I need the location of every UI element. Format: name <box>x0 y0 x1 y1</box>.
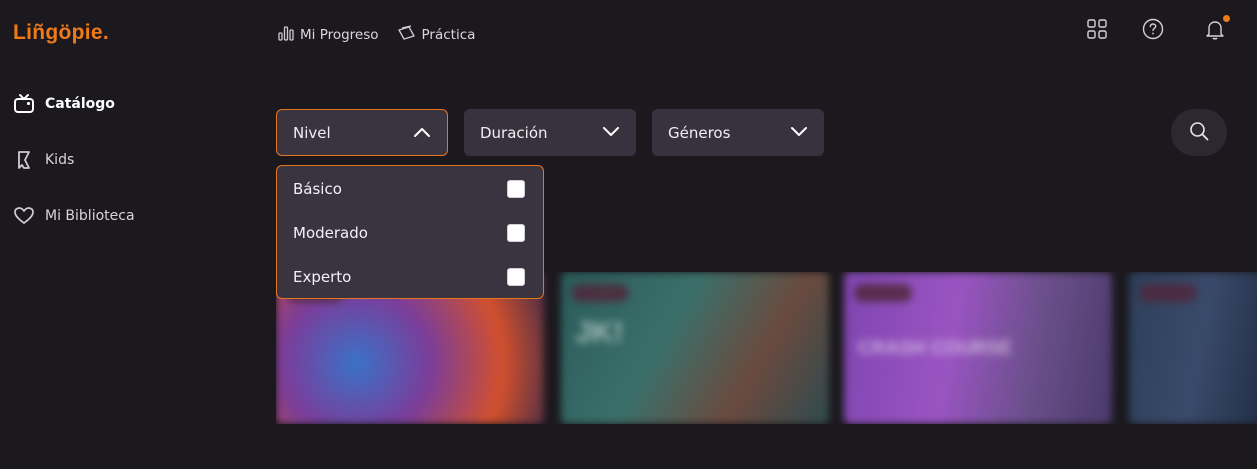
nav-link-label: Práctica <box>421 27 476 43</box>
sidebar-item-catalogo[interactable]: Catálogo <box>12 92 115 115</box>
nav-link-label: Mi Progreso <box>300 27 379 43</box>
bar-chart-icon <box>277 24 295 46</box>
sidebar-item-label: Kids <box>45 151 75 168</box>
apps-grid-icon[interactable] <box>1085 17 1109 41</box>
option-label: Moderado <box>293 224 368 242</box>
top-nav: Mi Progreso Práctica <box>277 24 475 46</box>
checkbox[interactable] <box>507 224 525 242</box>
nav-practica[interactable]: Práctica <box>397 24 476 46</box>
option-basico[interactable]: Básico <box>293 177 525 201</box>
chevron-up-icon <box>413 124 431 142</box>
filter-generos[interactable]: Géneros <box>652 109 824 156</box>
sidebar-item-kids[interactable]: Kids <box>12 148 74 171</box>
option-experto[interactable]: Experto <box>293 265 525 289</box>
search-icon <box>1188 120 1210 146</box>
filter-duracion[interactable]: Duración <box>464 109 636 156</box>
card-title: CRASH COURSE <box>858 338 1013 359</box>
filter-label: Duración <box>480 123 548 142</box>
checkbox[interactable] <box>507 268 525 286</box>
help-icon[interactable] <box>1141 17 1165 41</box>
nivel-dropdown-menu: Básico Moderado Experto <box>276 165 544 299</box>
content-card[interactable]: JK! <box>561 272 829 424</box>
flashcards-icon <box>397 24 417 46</box>
heart-icon <box>12 204 35 227</box>
content-card[interactable]: CRASH COURSE <box>844 272 1112 424</box>
card-badge <box>1139 284 1197 302</box>
option-moderado[interactable]: Moderado <box>293 221 525 245</box>
checkbox[interactable] <box>507 180 525 198</box>
kids-icon <box>12 148 35 171</box>
page: Liñgöpie. Catálogo Kids Mi Biblioteca Mi… <box>0 0 1257 469</box>
nav-mi-progreso[interactable]: Mi Progreso <box>277 24 379 46</box>
content-card[interactable] <box>1129 272 1257 424</box>
sidebar-item-label: Catálogo <box>45 95 115 112</box>
sidebar-item-label: Mi Biblioteca <box>45 207 135 224</box>
filter-nivel[interactable]: Nivel <box>276 109 448 156</box>
notification-badge <box>1222 14 1231 23</box>
card-badge <box>571 284 629 302</box>
filter-label: Nivel <box>293 123 331 142</box>
chevron-down-icon <box>602 124 620 142</box>
tv-icon <box>12 92 35 115</box>
sidebar-item-mi-biblioteca[interactable]: Mi Biblioteca <box>12 204 135 227</box>
option-label: Experto <box>293 268 352 286</box>
top-right-actions <box>1057 14 1257 49</box>
bell-icon[interactable] <box>1203 14 1231 41</box>
search-button[interactable] <box>1171 109 1227 156</box>
logo[interactable]: Liñgöpie. <box>13 21 109 45</box>
card-title: JK! <box>575 316 624 349</box>
filter-label: Géneros <box>668 123 731 142</box>
card-badge <box>854 284 912 302</box>
chevron-down-icon <box>790 124 808 142</box>
sidebar: Liñgöpie. Catálogo Kids Mi Biblioteca <box>0 0 245 469</box>
option-label: Básico <box>293 180 342 198</box>
